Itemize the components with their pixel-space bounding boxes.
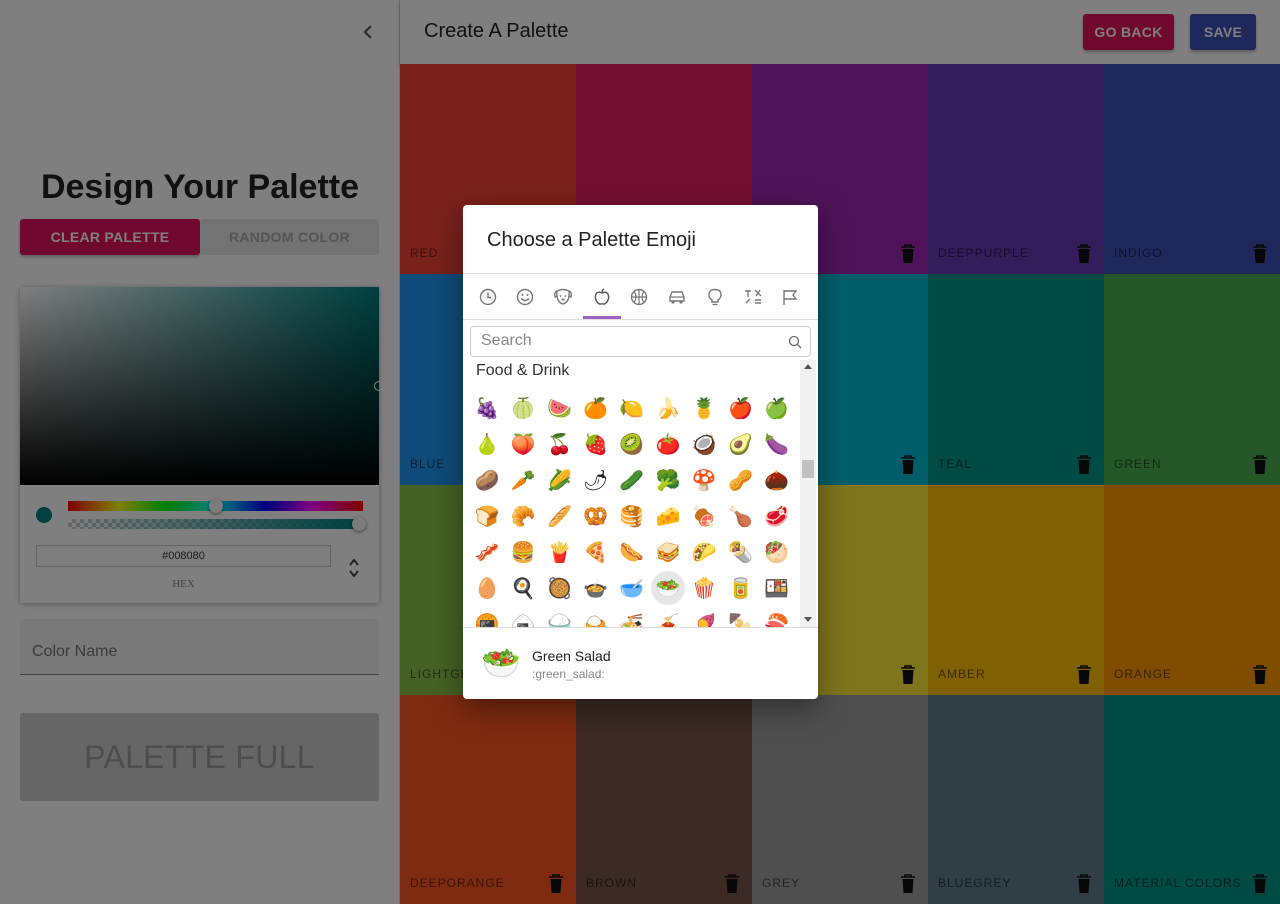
- emoji-item[interactable]: 🍆: [763, 430, 791, 458]
- lightbulb-icon[interactable]: [697, 274, 733, 320]
- emoji-item[interactable]: 🥒: [618, 466, 646, 494]
- emoji-item[interactable]: 🍋: [618, 394, 646, 422]
- emoji-item[interactable]: 🍌: [654, 394, 682, 422]
- emoji-item[interactable]: 🥪: [654, 538, 682, 566]
- emoji-item[interactable]: 🥦: [654, 466, 682, 494]
- smiley-icon[interactable]: [507, 274, 543, 320]
- scroll-up-icon[interactable]: [804, 364, 812, 369]
- emoji-item[interactable]: 🍅: [654, 430, 682, 458]
- emoji-item[interactable]: 🥐: [509, 502, 537, 530]
- emoji-list: Food & Drink 🍇 🍈 🍉 🍊 🍋 🍌 🍍 🍎 🍏 🍐 🍑 🍒 🍓 🥝 🍅 🥥 🥑 🍆 🥔 🥕 🌽 🌶 🥒 🥦 🍄 🥜 🌰…: [463, 360, 818, 627]
- emoji-search-input[interactable]: [481, 332, 771, 350]
- preview-emoji-name: Green Salad: [532, 648, 611, 664]
- emoji-item[interactable]: 🍚: [545, 610, 573, 628]
- emoji-item[interactable]: 🧀: [654, 502, 682, 530]
- emoji-dialog: Choose a Palette Emoji Search Food & Dri…: [463, 205, 818, 699]
- emoji-item[interactable]: 🥓: [473, 538, 501, 566]
- search-icon: [788, 335, 802, 349]
- emoji-item[interactable]: 🍏: [763, 394, 791, 422]
- emoji-item[interactable]: 🍣: [763, 610, 791, 628]
- scroll-down-icon[interactable]: [804, 617, 812, 622]
- emoji-item[interactable]: 🥕: [509, 466, 537, 494]
- apple-icon[interactable]: [584, 274, 620, 320]
- emoji-item[interactable]: 🌮: [690, 538, 718, 566]
- emoji-item[interactable]: 🥚: [473, 574, 501, 602]
- emoji-item[interactable]: 🍘: [473, 610, 501, 628]
- emoji-item[interactable]: 🥙: [763, 538, 791, 566]
- emoji-item[interactable]: 🥗: [651, 571, 685, 605]
- emoji-item[interactable]: 🌶: [582, 466, 610, 494]
- preview-emoji-code: :green_salad:: [532, 667, 605, 681]
- emoji-item[interactable]: 🍊: [582, 394, 610, 422]
- emoji-item[interactable]: 🍈: [509, 394, 537, 422]
- emoji-item[interactable]: 🥨: [582, 502, 610, 530]
- emoji-item[interactable]: 🥥: [690, 430, 718, 458]
- dog-icon[interactable]: [545, 274, 581, 320]
- emoji-item[interactable]: 🥞: [618, 502, 646, 530]
- emoji-item[interactable]: 🌽: [545, 466, 573, 494]
- emoji-item[interactable]: 🥫: [726, 574, 754, 602]
- emoji-category-bar: [463, 273, 818, 320]
- preview-emoji-icon: 🥗: [481, 645, 521, 681]
- emoji-item[interactable]: 🍟: [545, 538, 573, 566]
- emoji-item[interactable]: 🍞: [473, 502, 501, 530]
- flag-icon[interactable]: [773, 274, 809, 320]
- emoji-item[interactable]: 🍓: [582, 430, 610, 458]
- emoji-item[interactable]: 🍙: [509, 610, 537, 628]
- emoji-item[interactable]: 🥖: [545, 502, 573, 530]
- emoji-preview: 🥗 Green Salad :green_salad:: [463, 627, 818, 699]
- emoji-item[interactable]: 🍐: [473, 430, 501, 458]
- basketball-icon[interactable]: [621, 274, 657, 320]
- emoji-item[interactable]: 🍿: [690, 574, 718, 602]
- emoji-item[interactable]: 🍎: [726, 394, 754, 422]
- emoji-item[interactable]: 🍢: [726, 610, 754, 628]
- scrollbar-thumb[interactable]: [802, 460, 814, 478]
- emoji-item[interactable]: 🍛: [582, 610, 610, 628]
- section-label: Food & Drink: [476, 362, 570, 379]
- symbols-icon[interactable]: [735, 274, 771, 320]
- emoji-item[interactable]: 🥝: [618, 430, 646, 458]
- emoji-item[interactable]: 🍲: [582, 574, 610, 602]
- emoji-item[interactable]: 🌭: [618, 538, 646, 566]
- active-category-indicator: [583, 316, 621, 319]
- emoji-item[interactable]: 🌯: [726, 538, 754, 566]
- emoji-scrollbar[interactable]: [800, 360, 816, 627]
- emoji-item[interactable]: 🍑: [509, 430, 537, 458]
- emoji-item[interactable]: 🌰: [763, 466, 791, 494]
- emoji-search-field[interactable]: [470, 326, 811, 357]
- emoji-item[interactable]: 🍠: [690, 610, 718, 628]
- dialog-title: Choose a Palette Emoji: [487, 229, 697, 251]
- emoji-item[interactable]: 🍒: [545, 430, 573, 458]
- emoji-item[interactable]: 🥘: [545, 574, 573, 602]
- emoji-item[interactable]: 🍜: [618, 610, 646, 628]
- emoji-item[interactable]: 🍇: [473, 394, 501, 422]
- emoji-item[interactable]: 🥩: [763, 502, 791, 530]
- emoji-item[interactable]: 🍱: [763, 574, 791, 602]
- emoji-item[interactable]: 🍔: [509, 538, 537, 566]
- emoji-item[interactable]: 🍄: [690, 466, 718, 494]
- emoji-item[interactable]: 🥜: [726, 466, 754, 494]
- clock-icon[interactable]: [470, 274, 506, 320]
- emoji-item[interactable]: 🍕: [582, 538, 610, 566]
- emoji-item[interactable]: 🥣: [618, 574, 646, 602]
- emoji-item[interactable]: 🍝: [654, 610, 682, 628]
- emoji-item[interactable]: 🍉: [545, 394, 573, 422]
- emoji-item[interactable]: 🍗: [726, 502, 754, 530]
- car-icon[interactable]: [659, 274, 695, 320]
- emoji-item[interactable]: 🥔: [473, 466, 501, 494]
- emoji-item[interactable]: 🍍: [690, 394, 718, 422]
- emoji-item[interactable]: 🍖: [690, 502, 718, 530]
- emoji-item[interactable]: 🍳: [509, 574, 537, 602]
- emoji-item[interactable]: 🥑: [726, 430, 754, 458]
